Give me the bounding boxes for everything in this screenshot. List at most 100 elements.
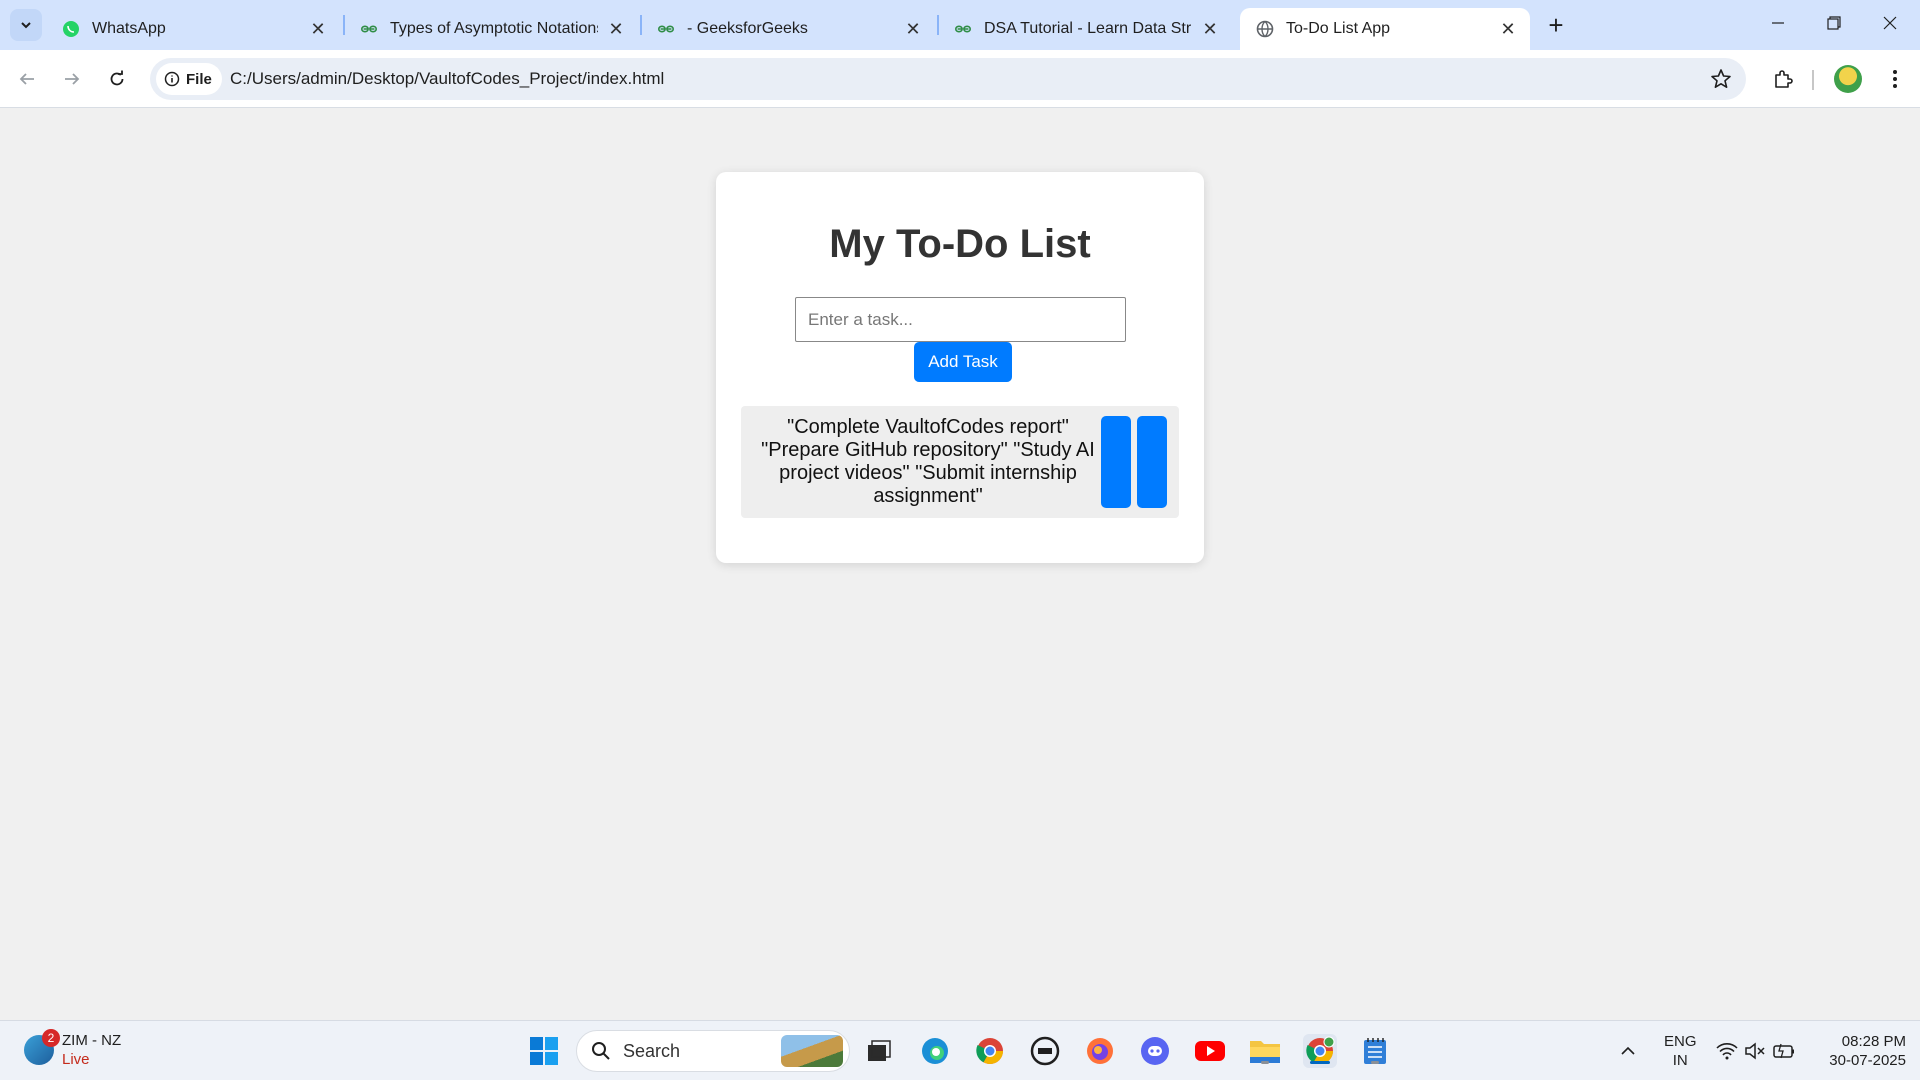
url-text[interactable]: C:/Users/admin/Desktop/VaultofCodes_Proj… [230, 58, 664, 100]
tab-whatsapp[interactable]: WhatsApp ✕ [46, 8, 340, 50]
file-chip-label: File [186, 70, 212, 88]
discord-app-button[interactable] [1138, 1034, 1172, 1068]
tab-title: DSA Tutorial - Learn Data Struct [984, 20, 1192, 37]
running-indicator [1310, 1061, 1330, 1064]
task-input[interactable] [795, 297, 1126, 342]
task-list-item: "Complete VaultofCodes report" "Prepare … [741, 406, 1179, 518]
browser-menu-button[interactable] [1880, 62, 1910, 96]
arrow-left-icon [19, 73, 34, 85]
close-icon[interactable]: ✕ [903, 19, 923, 39]
tab-asymptotic-notations[interactable]: Types of Asymptotic Notations ✕ [344, 8, 638, 50]
toolbar-separator [1812, 70, 1814, 90]
address-bar[interactable]: File C:/Users/admin/Desktop/VaultofCodes… [150, 58, 1746, 100]
weather-sports-widget[interactable]: 2 ZIM - NZ Live [24, 1029, 122, 1069]
youtube-app-button[interactable] [1193, 1034, 1227, 1068]
clock-time: 08:28 PM [1841, 1033, 1906, 1050]
task-text: "Complete VaultofCodes report" "Prepare … [761, 416, 1095, 507]
tab-geeksforgeeks[interactable]: - GeeksforGeeks ✕ [641, 8, 935, 50]
taskbar-search[interactable]: Search [576, 1030, 850, 1072]
add-task-button[interactable]: Add Task [914, 342, 1012, 382]
running-indicator [1371, 1061, 1379, 1064]
notification-badge: 2 [42, 1029, 60, 1047]
close-window-button[interactable] [1862, 0, 1918, 46]
cricket-icon: 2 [24, 1029, 60, 1065]
windows-logo-icon [530, 1037, 558, 1065]
show-hidden-icons-button[interactable] [1620, 1021, 1636, 1080]
close-icon[interactable]: ✕ [606, 19, 626, 39]
volume-muted-icon [1745, 1042, 1765, 1060]
search-icon [592, 1042, 610, 1060]
chrome-icon [976, 1038, 1004, 1065]
close-icon[interactable]: ✕ [1498, 19, 1518, 39]
close-icon[interactable]: ✕ [308, 19, 328, 39]
reload-button[interactable] [100, 62, 134, 96]
chevron-up-icon [1621, 1046, 1635, 1055]
task-view-icon [868, 1040, 891, 1061]
tab-dsa-tutorial[interactable]: DSA Tutorial - Learn Data Struct ✕ [938, 8, 1232, 50]
running-indicator [1261, 1061, 1269, 1064]
dell-app-button[interactable] [1028, 1034, 1062, 1068]
quick-settings-button[interactable] [1716, 1021, 1796, 1080]
task-action-button[interactable] [1137, 416, 1167, 508]
wifi-icon [1716, 1043, 1738, 1060]
task-view-button[interactable] [862, 1034, 896, 1068]
geeksforgeeks-icon [954, 20, 972, 38]
battery-icon [1773, 1043, 1794, 1059]
dell-icon [1030, 1036, 1060, 1066]
minimize-button[interactable] [1750, 0, 1806, 46]
firefox-app-button[interactable] [1083, 1034, 1117, 1068]
extensions-button[interactable] [1766, 62, 1800, 96]
discord-icon [1141, 1037, 1169, 1065]
clock-date: 30-07-2025 [1829, 1052, 1906, 1069]
arrow-right-icon [65, 73, 80, 85]
info-icon [164, 71, 180, 87]
geeksforgeeks-icon [360, 20, 378, 38]
start-button[interactable] [527, 1034, 561, 1068]
chrome-app-button[interactable] [973, 1034, 1007, 1068]
taskbar-clock[interactable]: 08:28 PM 30-07-2025 [1806, 1032, 1906, 1070]
edge-app-button[interactable] [918, 1034, 952, 1068]
page-title: My To-Do List [829, 222, 1091, 266]
task-action-button[interactable] [1101, 416, 1131, 508]
close-icon[interactable]: ✕ [1200, 19, 1220, 39]
profile-avatar[interactable] [1834, 65, 1862, 93]
site-info-chip[interactable]: File [156, 63, 222, 95]
tab-title: WhatsApp [92, 20, 166, 37]
globe-icon [1256, 20, 1274, 38]
chrome-active-app-button[interactable] [1303, 1034, 1337, 1068]
forward-button[interactable] [55, 62, 89, 96]
close-icon [1883, 16, 1897, 30]
language-code: ENG [1664, 1033, 1697, 1050]
geeksforgeeks-icon [657, 20, 675, 38]
bookmark-star-icon[interactable] [1710, 68, 1732, 95]
widget-title: ZIM - NZ [62, 1032, 122, 1049]
youtube-icon [1195, 1041, 1225, 1061]
tab-title: - GeeksforGeeks [687, 20, 808, 37]
search-highlight-image [781, 1035, 843, 1067]
firefox-icon [1087, 1038, 1113, 1064]
notepad-app-button[interactable] [1358, 1034, 1392, 1068]
windows-taskbar: 2 ZIM - NZ Live Search ENG IN 08:28 PM 3… [0, 1020, 1920, 1080]
todo-card: My To-Do List Add Task "Complete Vaultof… [716, 172, 1204, 563]
more-vertical-icon [1893, 70, 1897, 88]
search-label: Search [623, 1040, 681, 1061]
file-explorer-app-button[interactable] [1248, 1034, 1282, 1068]
tab-title: Types of Asymptotic Notations [390, 20, 598, 37]
whatsapp-icon [62, 20, 80, 38]
region-code: IN [1672, 1052, 1688, 1069]
chevron-down-icon [21, 22, 31, 29]
tab-title: To-Do List App [1286, 20, 1391, 37]
language-indicator[interactable]: ENG IN [1664, 1021, 1697, 1080]
tab-strip: WhatsApp ✕ Types of Asymptotic Notations… [0, 0, 1920, 50]
new-tab-button[interactable]: + [1542, 10, 1570, 40]
minimize-icon [1772, 22, 1784, 24]
back-button[interactable] [10, 62, 44, 96]
widget-status: Live [62, 1051, 90, 1068]
reload-icon [110, 70, 124, 86]
browser-toolbar: File C:/Users/admin/Desktop/VaultofCodes… [0, 50, 1920, 108]
tab-todo-list-app[interactable]: To-Do List App ✕ [1240, 8, 1530, 50]
restore-button[interactable] [1806, 0, 1862, 46]
restore-icon [1827, 16, 1841, 30]
edge-icon [922, 1038, 948, 1064]
tab-search-button[interactable] [10, 9, 42, 41]
